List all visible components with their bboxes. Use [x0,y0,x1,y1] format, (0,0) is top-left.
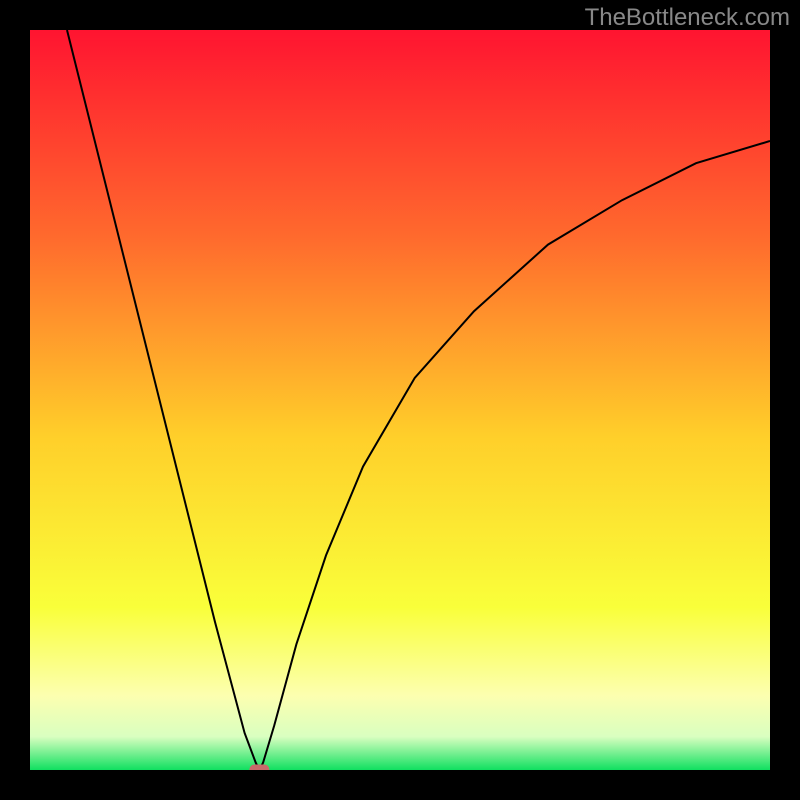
chart-svg [30,30,770,770]
watermark-text: TheBottleneck.com [585,4,790,32]
minimum-marker [249,765,269,771]
plot-area [30,30,770,770]
gradient-background [30,30,770,770]
chart-frame: TheBottleneck.com [0,0,800,800]
